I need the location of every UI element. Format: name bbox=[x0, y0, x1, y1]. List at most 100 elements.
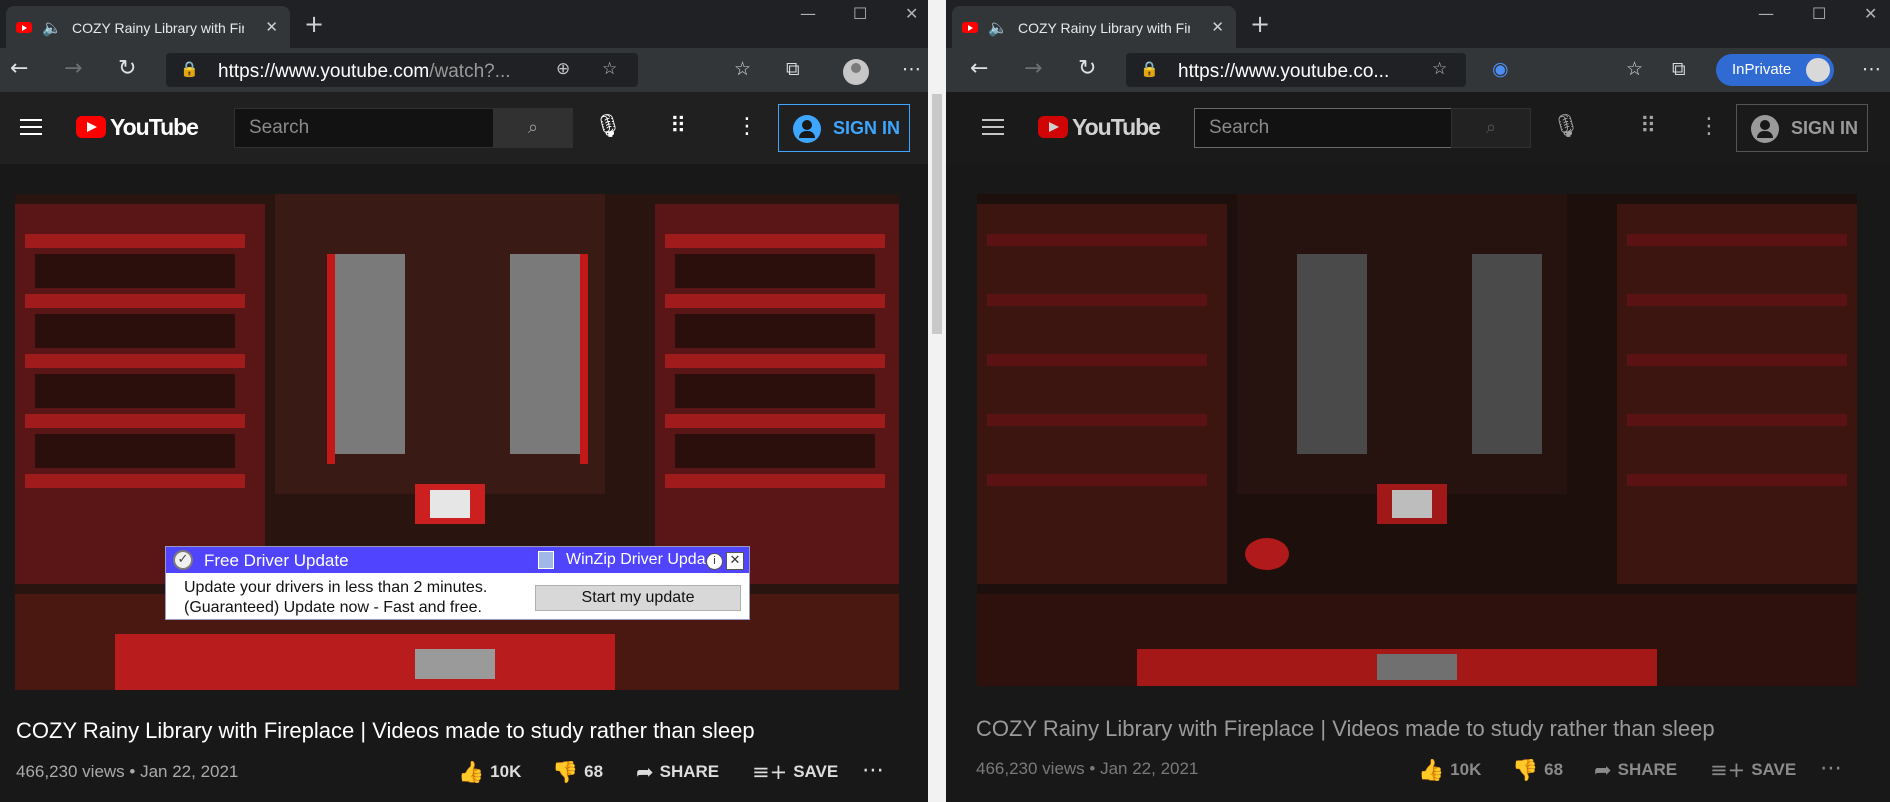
profile-avatar[interactable] bbox=[843, 59, 869, 85]
thumbs-down-icon: 👎 bbox=[552, 760, 579, 784]
youtube-logo-text[interactable]: YouTube bbox=[110, 114, 199, 141]
new-tab-icon[interactable]: + bbox=[1250, 10, 1270, 38]
browser-tab[interactable]: 🔈 COZY Rainy Library with Fireplace | Vi… bbox=[952, 6, 1236, 48]
url-text[interactable]: https://www.youtube.com/watch?... bbox=[218, 61, 511, 83]
more-options-icon[interactable]: ⋮ bbox=[736, 114, 758, 139]
add-favorite-icon[interactable]: ☆ bbox=[1432, 59, 1447, 79]
hamburger-icon[interactable] bbox=[982, 119, 1004, 135]
scrollbar-thumb[interactable] bbox=[932, 94, 942, 334]
refresh-icon[interactable]: ↻ bbox=[118, 56, 136, 81]
like-button[interactable]: 👍 10K bbox=[458, 760, 521, 785]
search-input[interactable] bbox=[1195, 109, 1451, 147]
favorites-icon[interactable]: ☆ bbox=[734, 58, 751, 80]
winzip-icon bbox=[538, 551, 554, 569]
browser-window-left: 🔈 COZY Rainy Library with Fireplace | Vi… bbox=[0, 0, 928, 802]
ad-close-icon[interactable]: ✕ bbox=[726, 552, 744, 570]
tab-strip: 🔈 COZY Rainy Library with Fireplace | Vi… bbox=[0, 0, 928, 48]
ad-info-icon[interactable]: i bbox=[706, 553, 723, 570]
new-tab-icon[interactable]: + bbox=[304, 10, 324, 38]
video-views-date: 466,230 views • Jan 22, 2021 bbox=[16, 762, 239, 781]
window-close-icon[interactable]: ✕ bbox=[1864, 4, 1877, 23]
video-views-date: 466,230 views • Jan 22, 2021 bbox=[976, 759, 1199, 778]
sign-in-button[interactable]: SIGN IN bbox=[1736, 104, 1868, 152]
dislike-button[interactable]: 👎 68 bbox=[1512, 758, 1563, 783]
back-icon[interactable]: ← bbox=[970, 56, 988, 81]
maximize-icon[interactable]: ☐ bbox=[1812, 4, 1826, 23]
apps-grid-icon[interactable]: ⠿ bbox=[1640, 114, 1656, 139]
tab-title: COZY Rainy Library with Fireplace | Vide… bbox=[1018, 20, 1190, 36]
url-text[interactable]: https://www.youtube.co... bbox=[1178, 61, 1418, 83]
maximize-icon[interactable]: ☐ bbox=[853, 4, 867, 23]
more-options-icon[interactable]: ⋮ bbox=[1698, 114, 1720, 139]
browser-tab[interactable]: 🔈 COZY Rainy Library with Fireplace | Vi… bbox=[6, 6, 290, 48]
share-button[interactable]: ➦ SHARE bbox=[636, 760, 719, 784]
youtube-logo-text[interactable]: YouTube bbox=[1072, 114, 1161, 141]
address-field[interactable]: 🔒 https://www.youtube.com/watch?... ⊕ ☆ bbox=[166, 53, 638, 87]
youtube-header: YouTube ⌕ 🎙 ⠿ ⋮ SIGN IN bbox=[946, 92, 1890, 164]
settings-more-icon[interactable]: ⋯ bbox=[902, 58, 921, 80]
speaker-icon[interactable]: 🔈 bbox=[988, 18, 1008, 37]
search-button[interactable]: ⌕ bbox=[1451, 108, 1531, 148]
save-button[interactable]: ≡+ SAVE bbox=[1710, 758, 1796, 782]
tab-strip: 🔈 COZY Rainy Library with Fireplace | Vi… bbox=[946, 0, 1890, 48]
favorites-icon[interactable]: ☆ bbox=[1626, 58, 1643, 80]
video-title: COZY Rainy Library with Fireplace | Vide… bbox=[976, 716, 1715, 741]
save-button[interactable]: ≡+ SAVE bbox=[752, 760, 838, 784]
share-button[interactable]: ➦ SHARE bbox=[1594, 758, 1677, 782]
window-close-icon[interactable]: ✕ bbox=[905, 4, 918, 23]
forward-icon[interactable]: → bbox=[64, 56, 82, 81]
video-title: COZY Rainy Library with Fireplace | Vide… bbox=[16, 718, 755, 743]
youtube-logo-icon[interactable] bbox=[76, 116, 106, 138]
inprivate-avatar bbox=[1806, 58, 1830, 82]
scrollbar[interactable] bbox=[928, 0, 946, 802]
like-button[interactable]: 👍 10K bbox=[1418, 758, 1481, 783]
settings-more-icon[interactable]: ⋯ bbox=[1862, 58, 1881, 80]
more-actions-icon[interactable]: ⋯ bbox=[862, 758, 884, 783]
thumbs-down-icon: 👎 bbox=[1512, 758, 1539, 782]
share-icon: ➦ bbox=[636, 760, 654, 784]
dislike-button[interactable]: 👎 68 bbox=[552, 760, 603, 785]
address-field[interactable]: 🔒 https://www.youtube.co... ☆ bbox=[1126, 53, 1466, 87]
sign-in-button[interactable]: SIGN IN bbox=[778, 104, 910, 152]
account-icon bbox=[1751, 115, 1779, 143]
minimize-icon[interactable]: — bbox=[800, 4, 816, 23]
apps-grid-icon[interactable]: ⠿ bbox=[670, 114, 686, 139]
tracking-prevention-icon[interactable]: ◉ bbox=[1492, 58, 1509, 80]
video-player[interactable] bbox=[977, 194, 1857, 686]
ad-header-bar: ✓ Free Driver Update WinZip Driver Updat… bbox=[166, 547, 749, 573]
refresh-icon[interactable]: ↻ bbox=[1078, 56, 1096, 81]
collections-icon[interactable]: ⧉ bbox=[786, 58, 800, 80]
hamburger-icon[interactable] bbox=[20, 119, 42, 135]
driver-update-ad[interactable]: ✓ Free Driver Update WinZip Driver Updat… bbox=[165, 546, 750, 620]
add-tab-icon[interactable]: ⊕ bbox=[556, 59, 570, 79]
search-box[interactable] bbox=[1194, 108, 1452, 148]
search-box[interactable] bbox=[234, 108, 494, 148]
start-update-button[interactable]: Start my update bbox=[535, 585, 741, 611]
inprivate-badge[interactable]: InPrivate bbox=[1716, 54, 1834, 86]
forward-icon[interactable]: → bbox=[1024, 56, 1042, 81]
add-favorite-icon[interactable]: ☆ bbox=[602, 59, 617, 79]
youtube-favicon-icon bbox=[16, 22, 32, 33]
back-icon[interactable]: ← bbox=[10, 56, 28, 81]
thumbs-up-icon: 👍 bbox=[458, 760, 485, 784]
collections-icon[interactable]: ⧉ bbox=[1672, 58, 1686, 80]
browser-window-right: 🔈 COZY Rainy Library with Fireplace | Vi… bbox=[946, 0, 1890, 802]
account-icon bbox=[793, 115, 821, 143]
speaker-icon[interactable]: 🔈 bbox=[42, 18, 62, 37]
minimize-icon[interactable]: — bbox=[1758, 4, 1774, 23]
close-tab-icon[interactable]: ✕ bbox=[265, 18, 278, 36]
thumbs-up-icon: 👍 bbox=[1418, 758, 1445, 782]
more-actions-icon[interactable]: ⋯ bbox=[1820, 756, 1842, 781]
search-button[interactable]: ⌕ bbox=[493, 108, 573, 148]
lock-icon[interactable]: 🔒 bbox=[180, 60, 199, 78]
close-tab-icon[interactable]: ✕ bbox=[1211, 18, 1224, 36]
address-bar-row: ← → ↻ 🔒 https://www.youtube.com/watch?..… bbox=[0, 48, 928, 92]
microphone-icon[interactable]: 🎙 bbox=[1552, 114, 1580, 139]
playlist-add-icon: ≡+ bbox=[1710, 758, 1746, 782]
microphone-icon[interactable]: 🎙 bbox=[594, 114, 622, 139]
lock-icon[interactable]: 🔒 bbox=[1140, 60, 1159, 78]
search-input[interactable] bbox=[235, 109, 493, 147]
ad-header-text: Free Driver Update bbox=[204, 551, 349, 570]
youtube-logo-icon[interactable] bbox=[1038, 116, 1068, 138]
share-icon: ➦ bbox=[1594, 758, 1612, 782]
